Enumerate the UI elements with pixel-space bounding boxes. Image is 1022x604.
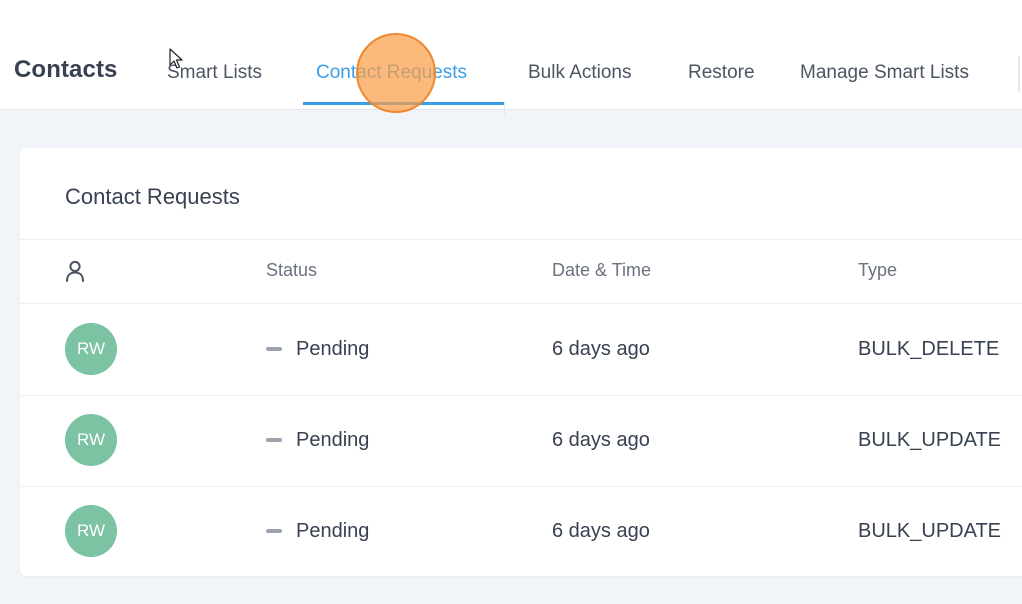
tab-contact-requests[interactable]: Contact Requests (316, 62, 467, 84)
avatar[interactable]: RW (65, 414, 117, 466)
top-navigation: Contacts Smart Lists Contact Requests Bu… (0, 0, 1022, 116)
nav-divider (1018, 56, 1020, 92)
divider (20, 303, 1022, 304)
column-header-status[interactable]: Status (266, 260, 317, 281)
contact-requests-card: Contact Requests Status Date & Time Type… (20, 148, 1022, 576)
status-text: Pending (296, 520, 370, 542)
date-time-text: 6 days ago (552, 429, 650, 451)
status-text: Pending (296, 429, 370, 451)
active-tab-indicator (303, 102, 504, 105)
divider (504, 102, 505, 116)
type-text: BULK_UPDATE (858, 520, 1002, 542)
column-header-type[interactable]: Type (858, 260, 897, 281)
avatar[interactable]: RW (65, 323, 117, 375)
card-title: Contact Requests (65, 184, 240, 209)
type-text: BULK_UPDATE (858, 429, 1002, 451)
tab-manage-smart-lists[interactable]: Manage Smart Lists (800, 62, 969, 84)
tab-bulk-actions[interactable]: Bulk Actions (528, 62, 632, 84)
avatar[interactable]: RW (65, 505, 117, 557)
column-header-date-time[interactable]: Date & Time (552, 260, 651, 281)
tab-restore[interactable]: Restore (688, 62, 755, 84)
divider (20, 239, 1022, 240)
dash-icon (266, 347, 282, 351)
divider (20, 395, 1022, 396)
date-time-text: 6 days ago (552, 520, 650, 542)
tab-smart-lists[interactable]: Smart Lists (167, 62, 262, 84)
person-icon (66, 260, 84, 282)
status-text: Pending (296, 338, 370, 360)
divider (20, 486, 1022, 487)
dash-icon (266, 529, 282, 533)
dash-icon (266, 438, 282, 442)
date-time-text: 6 days ago (552, 338, 650, 360)
page-title: Contacts (14, 56, 118, 83)
type-text: BULK_DELETE (858, 338, 1000, 360)
